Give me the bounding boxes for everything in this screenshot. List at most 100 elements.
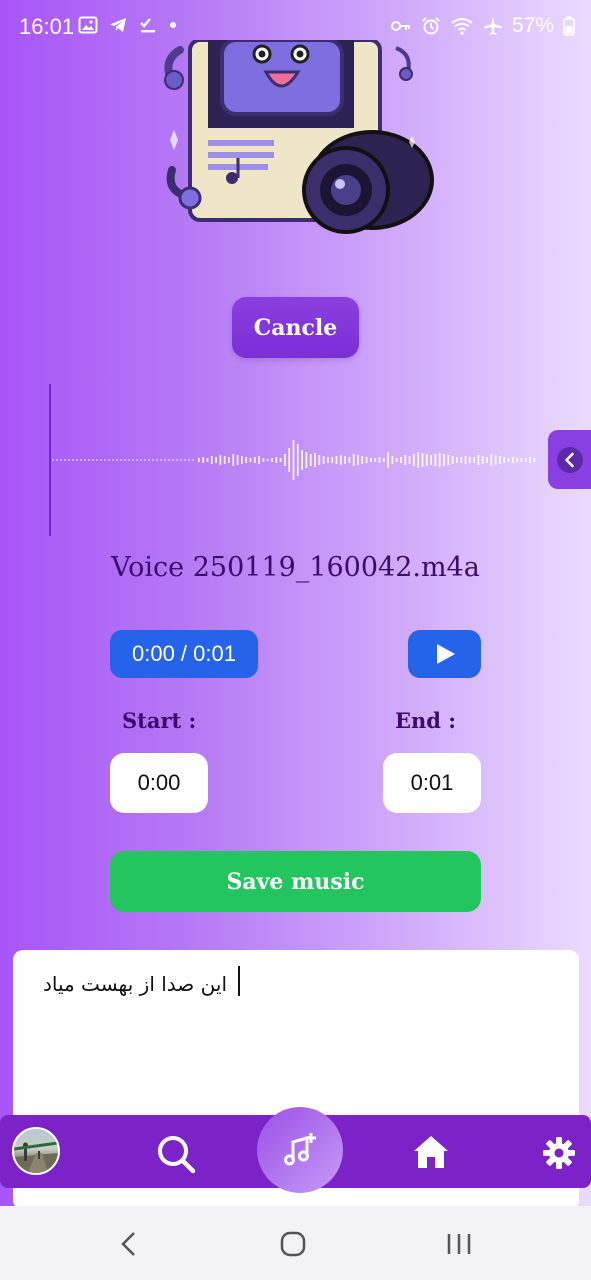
waveform-bar <box>370 458 372 462</box>
waveform-bar <box>361 456 364 464</box>
text-caret <box>238 966 240 996</box>
waveform-bar <box>456 457 458 463</box>
waveform-bar <box>387 452 389 468</box>
status-right-icons: 57% <box>390 14 575 38</box>
waveform-bar <box>258 456 260 464</box>
waveform-bar <box>331 457 334 463</box>
wifi-icon <box>450 16 474 36</box>
waveform-bar <box>421 453 424 467</box>
waveform-bar <box>348 457 351 463</box>
home-nav-icon[interactable] <box>280 1231 306 1257</box>
music-add-icon <box>284 1133 316 1166</box>
avatar[interactable] <box>12 1127 60 1175</box>
waveform-bar <box>219 455 222 465</box>
waveform-bar <box>408 456 411 464</box>
cancel-button[interactable]: Cancle <box>232 297 359 358</box>
waveform-bar <box>288 448 291 472</box>
waveform-bar <box>395 458 398 462</box>
waveform-bar <box>271 458 273 462</box>
waveform-bar <box>391 456 394 464</box>
waveform-bar <box>374 458 377 462</box>
waveform-bar <box>327 457 329 463</box>
save-music-button[interactable]: Save music <box>110 851 481 912</box>
playback-time: 0:00 / 0:01 <box>110 630 258 678</box>
waveform-bar <box>296 444 299 476</box>
alarm-icon <box>421 16 441 36</box>
waveform-bar <box>486 457 488 463</box>
waveform-bar <box>529 457 531 463</box>
dot-icon <box>168 20 178 30</box>
waveform-bar <box>206 458 209 462</box>
waveform-bar <box>301 450 303 470</box>
waveform-bar <box>447 455 450 465</box>
gear-icon[interactable] <box>542 1136 576 1174</box>
back-icon[interactable] <box>118 1230 138 1258</box>
waveform-bar <box>468 457 471 463</box>
waveform-bar <box>245 457 248 463</box>
waveform-bar <box>215 457 217 463</box>
waveform-bar <box>232 454 235 466</box>
waveform-bar <box>434 454 437 466</box>
waveform-bar <box>253 457 256 463</box>
waveform-bar <box>314 453 316 467</box>
waveform-bar <box>339 455 342 465</box>
recents-icon[interactable] <box>446 1232 472 1256</box>
waveform-bar <box>279 458 282 462</box>
waveform-bar <box>425 454 428 466</box>
waveform-bar <box>241 456 243 464</box>
waveform-bar <box>344 456 346 464</box>
waveform-bar <box>443 454 445 466</box>
search-icon[interactable] <box>155 1133 197 1179</box>
waveform-bar <box>198 458 200 462</box>
mascot-illustration <box>164 40 434 234</box>
waveform-bar <box>249 458 252 462</box>
waveform-bar <box>236 455 239 465</box>
waveform-bar <box>335 456 338 464</box>
home-icon[interactable] <box>411 1133 451 1175</box>
waveform[interactable] <box>48 380 548 540</box>
end-label: End : <box>395 708 457 733</box>
waveform-bar <box>305 452 308 468</box>
status-left-icons <box>78 15 178 35</box>
waveform-bar <box>228 457 230 463</box>
chevron-left-icon <box>556 446 583 473</box>
waveform-bar <box>503 457 506 463</box>
waveform-bar <box>477 455 480 465</box>
waveform-bar <box>292 440 295 480</box>
waveform-bar <box>524 458 527 462</box>
waveform-bar <box>400 457 402 463</box>
waveform-bar <box>417 452 420 468</box>
description-text: این صدا از بهست میاد <box>42 972 227 996</box>
waveform-bar <box>481 456 484 464</box>
waveform-bar <box>473 457 475 463</box>
waveform-bar <box>352 454 355 466</box>
end-time-input[interactable]: 0:01 <box>383 753 481 813</box>
waveform-bar <box>520 458 523 462</box>
system-nav-bar <box>0 1206 591 1280</box>
waveform-bar <box>210 456 213 464</box>
waveform-bar <box>507 458 510 462</box>
checklist-icon <box>138 15 158 35</box>
start-time-input[interactable]: 0:00 <box>110 753 208 813</box>
start-label: Start : <box>122 708 197 733</box>
waveform-bar <box>413 454 415 466</box>
waveform-bar <box>202 457 205 463</box>
waveform-bar <box>490 454 493 466</box>
waveform-bar <box>438 453 441 467</box>
add-music-button[interactable] <box>257 1107 343 1193</box>
waveform-bar <box>223 456 226 464</box>
battery-percent: 57% <box>511 14 554 37</box>
waveform-bar <box>494 455 497 465</box>
play-button[interactable] <box>408 630 481 678</box>
waveform-bar <box>430 455 432 465</box>
gallery-icon <box>78 15 98 35</box>
file-name: Voice 250119_160042.m4a <box>111 552 480 583</box>
waveform-bar <box>464 456 467 464</box>
waveform-bar <box>533 458 536 462</box>
waveform-bar <box>365 457 368 463</box>
waveform-bar <box>322 456 325 464</box>
waveform-bar <box>460 457 463 463</box>
status-time: 16:01 <box>19 14 75 39</box>
side-drawer-tab[interactable] <box>548 430 591 489</box>
waveform-bar <box>284 454 286 466</box>
